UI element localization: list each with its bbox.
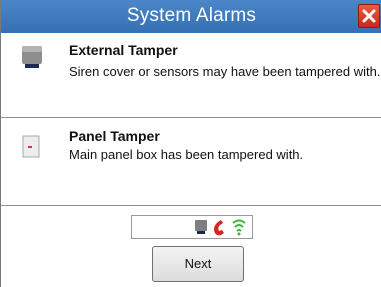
alarm-item-panel-tamper: Panel Tamper Main panel box has been tam…: [1, 117, 381, 205]
panel-box-icon: [22, 135, 42, 164]
alarm-title: Panel Tamper: [69, 128, 160, 144]
alarm-description: Siren cover or sensors may have been tam…: [69, 64, 381, 79]
status-icons-box: [131, 215, 253, 239]
close-icon: [362, 9, 376, 23]
title-bar: System Alarms: [1, 0, 381, 33]
signal-icon: [231, 219, 247, 241]
alarm-item-external-tamper: External Tamper Siren cover or sensors m…: [1, 33, 381, 117]
alarm-title: External Tamper: [69, 42, 178, 58]
close-button[interactable]: [358, 4, 380, 28]
siren-icon: [194, 219, 208, 241]
divider: [1, 205, 381, 206]
window-title: System Alarms: [126, 5, 257, 26]
system-alarms-window: System Alarms External Tamper Siren cove…: [0, 0, 381, 287]
phone-icon: [212, 219, 228, 241]
next-button[interactable]: Next: [152, 246, 244, 282]
siren-icon: [21, 44, 45, 75]
alarm-description: Main panel box has been tampered with.: [69, 147, 304, 162]
